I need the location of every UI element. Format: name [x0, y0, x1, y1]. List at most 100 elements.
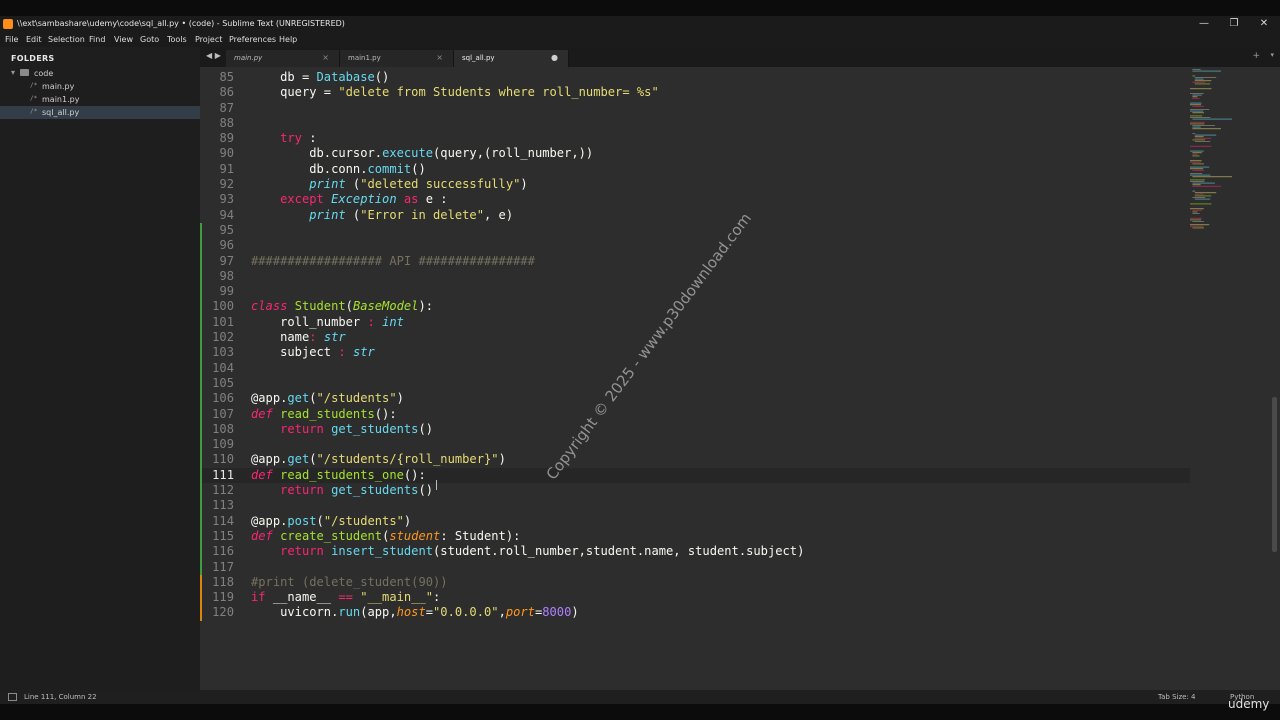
tab-sql-all-py[interactable]: sql_all.py ●: [454, 50, 569, 67]
code-text[interactable]: return insert_student(student.roll_numbe…: [251, 544, 804, 559]
code-text[interactable]: query = "delete from Students where roll…: [251, 85, 659, 100]
code-line[interactable]: 85 db = Database(): [200, 70, 1190, 85]
minimize-button[interactable]: —: [1197, 18, 1211, 30]
code-line[interactable]: 93 except Exception as e :: [200, 192, 1190, 207]
code-line[interactable]: 101 roll_number : int: [200, 314, 1190, 331]
sidebar-folder-code[interactable]: ▾ code: [0, 67, 200, 80]
code-line[interactable]: 117: [200, 559, 1190, 575]
panel-toggle-icon[interactable]: [8, 693, 17, 701]
code-text[interactable]: return get_students(): [251, 422, 433, 437]
code-line[interactable]: 96: [200, 238, 1190, 254]
minimap-line: [1192, 176, 1232, 178]
line-number: 113: [212, 498, 234, 513]
code-line[interactable]: 110 @app.get("/students/{roll_number}"): [200, 452, 1190, 468]
code-text[interactable]: ################## API ################: [251, 254, 535, 269]
code-line[interactable]: 106 @app.get("/students"): [200, 391, 1190, 407]
menu-selection[interactable]: Selection: [48, 35, 85, 44]
code-line[interactable]: 113: [200, 498, 1190, 514]
maximize-button[interactable]: ❐: [1227, 18, 1241, 30]
code-line[interactable]: 107 def read_students():: [200, 406, 1190, 422]
code-line[interactable]: 104: [200, 360, 1190, 376]
tab-main-py[interactable]: main.py ×: [226, 50, 340, 67]
code-line[interactable]: 120 uvicorn.run(app,host="0.0.0.0",port=…: [200, 605, 1190, 621]
code-text[interactable]: except Exception as e :: [251, 192, 447, 207]
code-text[interactable]: if __name__ == "__main__":: [251, 590, 440, 605]
code-text[interactable]: return get_students(): [251, 483, 433, 498]
code-text[interactable]: @app.get("/students"): [251, 391, 404, 406]
code-line[interactable]: 95: [200, 222, 1190, 239]
code-text[interactable]: @app.get("/students/{roll_number}"): [251, 452, 506, 467]
minimap-line: [1194, 136, 1204, 138]
code-text[interactable]: db.conn.commit(): [251, 162, 426, 177]
code-text[interactable]: try :: [251, 131, 316, 146]
menu-view[interactable]: View: [114, 35, 133, 44]
minimap-line: [1192, 163, 1204, 165]
minimap-line: [1192, 105, 1204, 107]
tab-size[interactable]: Tab Size: 4: [1158, 693, 1195, 701]
code-line[interactable]: 92 print ("deleted successfully"): [200, 177, 1190, 192]
code-line[interactable]: 100 class Student(BaseModel):: [200, 299, 1190, 315]
line-number: 105: [212, 375, 234, 390]
line-number: 100: [212, 299, 234, 314]
menu-project[interactable]: Project: [195, 35, 222, 44]
code-text[interactable]: db = Database(): [251, 70, 389, 85]
code-text[interactable]: @app.post("/students"): [251, 514, 411, 529]
code-line[interactable]: 102 name: str: [200, 330, 1190, 346]
code-text[interactable]: print ("deleted successfully"): [251, 177, 527, 192]
minimap[interactable]: [1188, 67, 1248, 237]
menu-edit[interactable]: Edit: [26, 35, 42, 44]
menu-tools[interactable]: Tools: [167, 35, 187, 44]
code-line[interactable]: 108 return get_students(): [200, 421, 1190, 438]
code-text[interactable]: db.cursor.execute(query,(roll_number,)): [251, 146, 593, 161]
code-text[interactable]: print ("Error in delete", e): [251, 208, 513, 223]
code-line[interactable]: 105: [200, 375, 1190, 392]
menu-goto[interactable]: Goto: [140, 35, 159, 44]
code-line[interactable]: 109: [200, 437, 1190, 453]
code-text[interactable]: def read_students_one():: [251, 468, 426, 483]
sidebar-file-sql-all-py[interactable]: /* sql_all.py: [0, 106, 200, 119]
code-text[interactable]: subject : str: [251, 345, 375, 360]
code-text[interactable]: #print (delete_student(90)): [251, 575, 448, 590]
code-line[interactable]: 103 subject : str: [200, 345, 1190, 361]
code-line[interactable]: 86 query = "delete from Students where r…: [200, 85, 1190, 100]
code-line[interactable]: 115 def create_student(student: Student):: [200, 528, 1190, 545]
menu-file[interactable]: File: [5, 35, 18, 44]
menu-find[interactable]: Find: [89, 35, 105, 44]
minimap-line: [1192, 213, 1200, 214]
code-line[interactable]: 111 def read_students_one():: [200, 467, 1190, 484]
chevron-down-icon[interactable]: ▾: [11, 68, 15, 77]
code-text[interactable]: uvicorn.run(app,host="0.0.0.0",port=8000…: [251, 605, 579, 620]
code-text[interactable]: def read_students():: [251, 407, 397, 422]
code-lines[interactable]: 85 db = Database() 86 query = "delete fro…: [200, 70, 1190, 621]
close-icon[interactable]: ×: [436, 53, 443, 62]
tab-main1-py[interactable]: main1.py ×: [340, 50, 454, 67]
code-line[interactable]: 112 return get_students(): [200, 483, 1190, 499]
new-tab-plus-icon[interactable]: +: [1252, 51, 1260, 61]
code-line[interactable]: 94 print ("Error in delete", e): [200, 208, 1190, 223]
code-line[interactable]: 116 return insert_student(student.roll_n…: [200, 544, 1190, 560]
close-button[interactable]: ✕: [1257, 18, 1271, 30]
close-icon[interactable]: ×: [322, 53, 329, 62]
code-line[interactable]: 89 try :: [200, 131, 1190, 146]
code-text[interactable]: class Student(BaseModel):: [251, 299, 433, 314]
code-line[interactable]: 114 @app.post("/students"): [200, 513, 1190, 529]
tab-dropdown-icon[interactable]: ▾: [1270, 51, 1274, 59]
code-line[interactable]: 91 db.conn.commit(): [200, 162, 1190, 177]
code-line[interactable]: 119 if __name__ == "__main__":: [200, 590, 1190, 606]
code-line[interactable]: 88: [200, 116, 1190, 131]
menu-help[interactable]: Help: [279, 35, 297, 44]
code-line[interactable]: 87: [200, 101, 1190, 116]
sidebar-file-main1-py[interactable]: /* main1.py: [0, 93, 200, 106]
code-text[interactable]: def create_student(student: Student):: [251, 529, 520, 544]
tab-nav-arrows[interactable]: ◀ ▶: [206, 51, 221, 60]
code-text[interactable]: name: str: [251, 330, 346, 345]
vertical-scrollbar[interactable]: [1272, 397, 1277, 552]
sidebar-file-main-py[interactable]: /* main.py: [0, 80, 200, 93]
unsaved-dot-icon[interactable]: ●: [551, 53, 558, 62]
code-line[interactable]: 97 ################## API ###############…: [200, 253, 1190, 269]
menu-preferences[interactable]: Preferences: [229, 35, 276, 44]
code-line[interactable]: 90 db.cursor.execute(query,(roll_number,…: [200, 146, 1190, 161]
code-line[interactable]: 118 #print (delete_student(90)): [200, 574, 1190, 591]
code-text[interactable]: roll_number : int: [251, 315, 404, 330]
code-editor[interactable]: 85 db = Database() 86 query = "delete fro…: [200, 67, 1280, 690]
